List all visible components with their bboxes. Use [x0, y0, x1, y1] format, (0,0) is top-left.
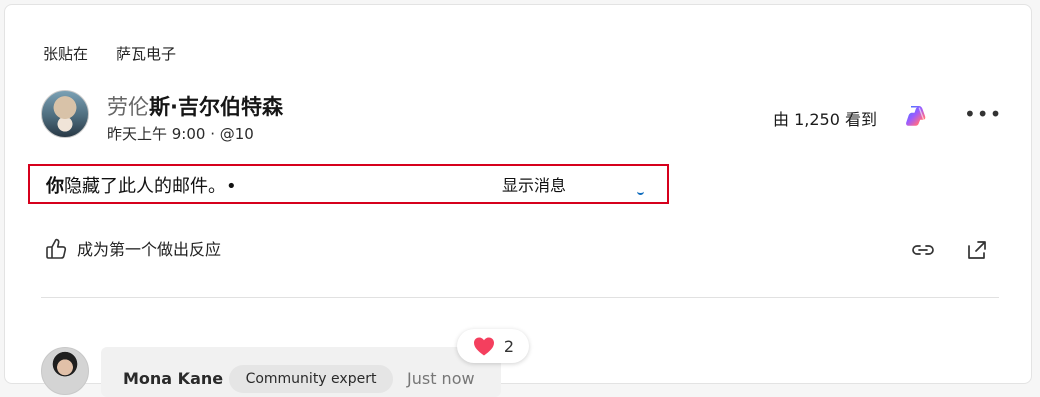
commenter-name[interactable]: Mona Kane [123, 369, 223, 388]
post-timestamp: 昨天上午 9:00 · @10 [107, 125, 254, 143]
breadcrumb-community[interactable]: 萨瓦电子 [116, 43, 176, 64]
hidden-message-subject: 你 [46, 176, 64, 197]
comments-divider [41, 297, 999, 298]
hidden-message-body: 隐藏了此人的邮件。• [64, 176, 237, 197]
copilot-icon[interactable] [903, 101, 931, 129]
comment-bubble: Mona Kane Community expert Just now [101, 347, 501, 397]
react-prompt-label: 成为第一个做出反应 [77, 240, 222, 259]
link-icon[interactable] [909, 236, 937, 264]
author-avatar[interactable] [41, 90, 89, 138]
commenter-avatar[interactable] [41, 347, 89, 395]
community-expert-badge: Community expert [229, 365, 393, 393]
author-name-first: 劳伦 [107, 95, 149, 119]
reaction-count: 2 [503, 336, 515, 356]
comment-time: Just now [407, 369, 475, 388]
reaction-prompt[interactable]: 成为第一个做出反应 [43, 235, 221, 261]
thumbs-up-icon [46, 238, 67, 259]
heart-icon [473, 337, 494, 356]
breadcrumb: 张贴在 萨瓦电子 [43, 43, 176, 64]
author-name-last: 斯·吉尔伯特森 [149, 95, 283, 119]
link-underline-icon [637, 189, 644, 195]
share-icon[interactable] [963, 236, 991, 264]
hidden-message-text: 你隐藏了此人的邮件。• [46, 172, 237, 198]
hidden-message-notice: 你隐藏了此人的邮件。• 显示消息 [28, 164, 669, 204]
comment-reactions[interactable]: 2 [457, 329, 529, 363]
seen-by-count[interactable]: 由 1,250 看到 [773, 106, 877, 130]
breadcrumb-posted-in: 张贴在 [43, 45, 89, 63]
author-name[interactable]: 劳伦斯·吉尔伯特森 [107, 91, 283, 121]
post-card: 张贴在 萨瓦电子 劳伦斯·吉尔伯特森 昨天上午 9:00 · @10 由 1,2… [4, 4, 1032, 397]
more-options-icon[interactable]: ••• [964, 104, 1001, 124]
show-message-link[interactable]: 显示消息 [502, 172, 566, 196]
